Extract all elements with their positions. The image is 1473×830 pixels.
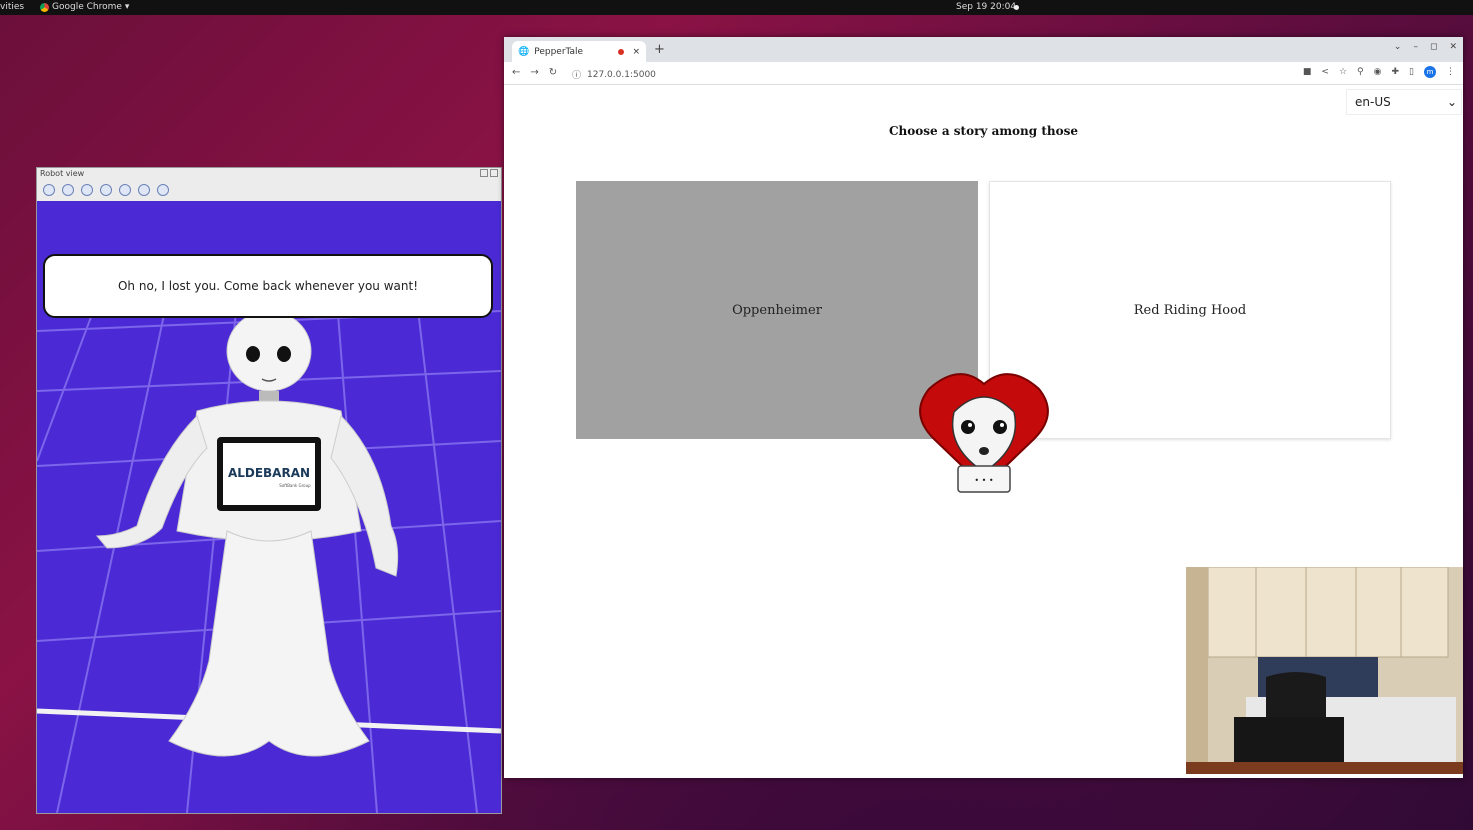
tab-search-icon[interactable]: ⌄ [1394, 42, 1402, 52]
speech-text: Oh no, I lost you. Come back whenever yo… [117, 279, 419, 293]
tab-bar: 🌐 PepperTale × + ⌄ – ◻ ✕ [504, 37, 1463, 62]
app-name: Google Chrome [52, 2, 122, 12]
float-icon[interactable] [480, 169, 488, 177]
close-icon[interactable] [490, 169, 498, 177]
tab-peppertale[interactable]: 🌐 PepperTale × [512, 41, 646, 62]
notification-dot-icon [1014, 5, 1019, 10]
bookmark-star-icon[interactable]: ☆ [1339, 67, 1347, 77]
chevron-down-icon: ▾ [124, 2, 130, 12]
window-titlebar: Robot view [37, 168, 501, 179]
puzzle-icon[interactable]: ✚ [1392, 67, 1400, 77]
reload-icon[interactable]: ↻ [549, 67, 557, 78]
rotate-icon[interactable] [119, 184, 131, 196]
menu-icon[interactable]: ⋮ [1446, 67, 1455, 77]
back-icon[interactable]: ← [512, 67, 520, 78]
pan-icon[interactable] [138, 184, 150, 196]
extension-icon[interactable]: ◉ [1374, 67, 1382, 77]
zoom-out-icon[interactable] [100, 184, 112, 196]
chrome-icon [40, 2, 49, 12]
address-bar: ← → ↻ ⓘ 127.0.0.1:5000 ■ < ☆ ⚲ ◉ ✚ ▯ m ⋮ [504, 62, 1463, 85]
sidepanel-icon[interactable]: ▯ [1409, 67, 1414, 77]
share-icon[interactable]: < [1321, 67, 1329, 77]
clock[interactable]: Sep 19 20:04 [956, 2, 1016, 12]
toolbar [37, 179, 501, 201]
robot-view-window: Robot view ALDEBARAN SoftBank Group Oh n… [36, 167, 502, 814]
camera-indicator-icon[interactable]: ■ [1303, 67, 1312, 77]
new-tab-button[interactable]: + [654, 42, 665, 57]
top-bar: vities Google Chrome ▾ Sep 19 20:04 [0, 0, 1473, 15]
story-label: Oppenheimer [732, 302, 822, 318]
forward-icon[interactable]: → [530, 67, 538, 78]
url-field[interactable]: 127.0.0.1:5000 [587, 70, 656, 80]
camera-icon[interactable] [62, 184, 74, 196]
app-menu[interactable]: Google Chrome ▾ [40, 2, 129, 12]
robot-3d-scene[interactable]: ALDEBARAN SoftBank Group Oh no, I lost y… [37, 201, 501, 813]
page-content: en-US ⌄ Choose a story among those Oppen… [504, 85, 1463, 778]
mascot-dots: • • • [974, 476, 993, 485]
link-icon[interactable]: ⚲ [1357, 67, 1364, 77]
profile-avatar[interactable]: m [1424, 66, 1436, 78]
minimize-icon[interactable]: – [1413, 42, 1418, 52]
window-title: Robot view [40, 169, 85, 178]
maximize-icon[interactable]: ◻ [1430, 42, 1437, 52]
mascot-dog: • • • [919, 373, 1049, 493]
chevron-down-icon: ⌄ [1446, 95, 1457, 109]
webcam-preview [1186, 567, 1463, 774]
close-window-icon[interactable]: ✕ [1449, 42, 1457, 52]
speech-bubble: Oh no, I lost you. Come back whenever yo… [43, 254, 493, 318]
browser-window: 🌐 PepperTale × + ⌄ – ◻ ✕ ← → ↻ ⓘ 127.0.0… [504, 37, 1463, 778]
info-icon[interactable]: ⓘ [572, 68, 581, 81]
reset-view-icon[interactable] [157, 184, 169, 196]
close-tab-button[interactable]: × [632, 47, 640, 57]
tab-title: PepperTale [534, 46, 584, 57]
tablet-brand: ALDEBARAN [228, 466, 310, 480]
recording-icon [618, 48, 625, 55]
window-controls: ⌄ – ◻ ✕ [1394, 42, 1457, 52]
info-icon[interactable] [43, 184, 55, 196]
page-title: Choose a story among those [888, 124, 1078, 138]
language-select[interactable]: en-US ⌄ [1346, 89, 1462, 115]
language-value: en-US [1355, 95, 1391, 109]
zoom-in-icon[interactable] [81, 184, 93, 196]
tablet-sub: SoftBank Group [279, 483, 311, 488]
story-label: Red Riding Hood [1133, 302, 1247, 318]
activities-button[interactable]: vities [0, 2, 24, 12]
globe-icon: 🌐 [518, 46, 530, 57]
